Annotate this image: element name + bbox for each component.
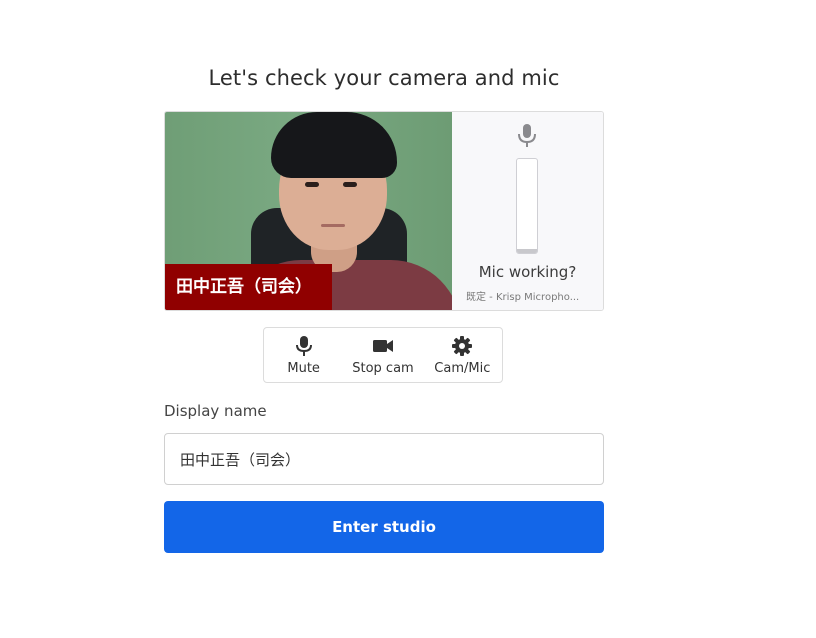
camera-person-eye <box>305 182 319 187</box>
mute-label: Mute <box>287 361 320 376</box>
page-title: Let's check your camera and mic <box>208 66 560 90</box>
mic-device-name: 既定 - Krisp Micropho... <box>466 292 580 303</box>
camera-person-mouth <box>321 224 345 227</box>
stop-cam-label: Stop cam <box>352 361 414 376</box>
display-name-label: Display name <box>164 402 267 420</box>
stop-cam-button[interactable]: Stop cam <box>343 328 422 382</box>
display-name-input[interactable] <box>164 433 604 485</box>
microphone-icon <box>518 124 536 147</box>
preview-card: 田中正吾（司会） Mic working? 既定 - Krisp Microph… <box>164 111 604 311</box>
cam-mic-settings-button[interactable]: Cam/Mic <box>423 328 502 382</box>
microphone-icon <box>295 336 312 356</box>
cam-mic-label: Cam/Mic <box>434 361 491 376</box>
mute-button[interactable]: Mute <box>264 328 343 382</box>
enter-studio-button[interactable]: Enter studio <box>164 501 604 553</box>
mic-level-meter <box>516 158 538 254</box>
camera-person-hair <box>271 112 397 178</box>
video-camera-icon <box>372 340 393 352</box>
mic-panel: Mic working? 既定 - Krisp Micropho... <box>452 112 603 310</box>
participant-name-tag: 田中正吾（司会） <box>165 264 332 310</box>
mic-level-fill <box>517 249 537 253</box>
media-controls: Mute Stop cam Cam/Mic <box>263 327 503 383</box>
camera-person-eye <box>343 182 357 187</box>
gear-icon <box>452 336 473 356</box>
camera-preview: 田中正吾（司会） <box>165 112 452 310</box>
mic-status-text: Mic working? <box>478 263 577 281</box>
